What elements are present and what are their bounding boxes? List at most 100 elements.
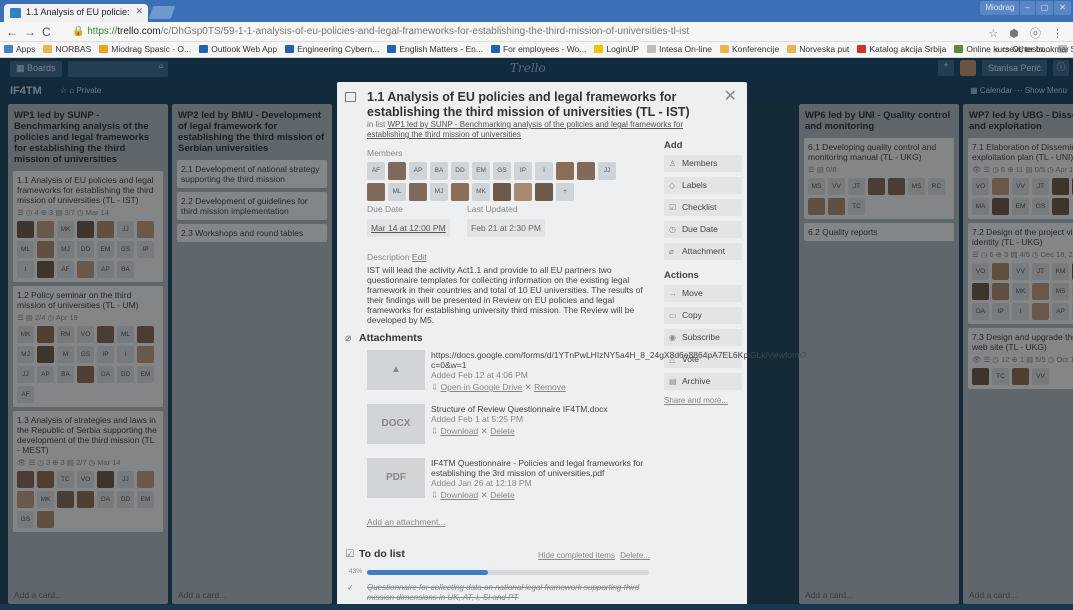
bookmark-item[interactable]: Intesa On-line (643, 42, 716, 54)
button-label: Due Date (682, 224, 718, 234)
avatar[interactable] (388, 162, 406, 180)
bookmark-item[interactable]: Apps (0, 42, 39, 54)
window-control[interactable]: ▢ (1036, 1, 1054, 15)
progress-fill (367, 570, 488, 575)
bookmark-label: Engineering Cybern... (297, 44, 379, 54)
avatar[interactable] (514, 183, 532, 201)
reload-icon[interactable]: C (42, 25, 51, 39)
other-bookmarks[interactable]: » ▭ Other bookmar (995, 44, 1069, 55)
forward-icon[interactable]: → (24, 25, 36, 39)
window-control[interactable]: ✕ (1054, 1, 1071, 15)
list-link[interactable]: WP1 led by SUNP - Benchmarking analysis … (367, 120, 683, 139)
bookmark-icon (285, 45, 294, 53)
add-member-icon[interactable]: + (556, 183, 574, 201)
bookmark-icon (720, 45, 729, 53)
url-scheme: https:// (87, 26, 117, 37)
attachment-action-link[interactable]: Download (440, 490, 478, 500)
action-copy-button[interactable]: ▭ Copy (664, 307, 742, 324)
avatar[interactable] (451, 183, 469, 201)
avatar[interactable] (577, 162, 595, 180)
attachment-links: ⇩ Download ✕ Delete (431, 490, 651, 500)
url-field[interactable]: 🔒 https://trello.com/c/DhGsp0TS/59-1-1-a… (72, 24, 1002, 40)
delete-checklist-link[interactable]: Delete... (620, 551, 650, 560)
avatar[interactable] (556, 162, 574, 180)
attachment-action-link[interactable]: Open in Google Drive (440, 382, 522, 392)
bookmark-item[interactable]: Norveska put (783, 42, 853, 54)
member-initials[interactable]: I (535, 162, 553, 180)
add-checklist-button[interactable]: ☑ Checklist (664, 199, 742, 216)
attachment-name[interactable]: https://docs.google.com/forms/d/1YTnPwLH… (431, 350, 651, 370)
attachment-thumbnail[interactable]: PDF (367, 458, 425, 498)
bookmark-icon (199, 45, 208, 53)
bookmark-item[interactable]: Engineering Cybern... (281, 42, 383, 54)
action-archive-button[interactable]: ▤ Archive (664, 373, 742, 390)
extension-icons[interactable]: ☆ ⬢ ⓞ ⋮ (988, 25, 1067, 41)
member-initials[interactable]: IP (514, 162, 532, 180)
checked-icon[interactable]: ✓ (347, 583, 357, 593)
member-initials[interactable]: BA (430, 162, 448, 180)
bookmark-item[interactable]: LoginUP (590, 42, 643, 54)
button-label: Labels (682, 180, 707, 190)
bookmark-icon (954, 45, 963, 53)
hide-completed-link[interactable]: Hide completed items (538, 551, 615, 560)
trello-favicon-icon (10, 8, 21, 18)
member-initials[interactable]: ML (388, 183, 406, 201)
members-list: AF AP BA DD EM GS IP I JJ ML MJ MK + (367, 162, 627, 201)
avatar[interactable] (493, 183, 511, 201)
add-due-date-button[interactable]: ◷ Due Date (664, 221, 742, 238)
avatar[interactable] (367, 183, 385, 201)
member-initials[interactable]: AF (367, 162, 385, 180)
close-tab-icon[interactable]: ✕ (135, 6, 143, 17)
bookmark-item[interactable]: Miodrag Spasic - O... (95, 42, 195, 54)
action-subscribe-button[interactable]: ◉ Subscribe (664, 329, 742, 346)
button-label: Archive (682, 376, 710, 386)
member-initials[interactable]: MJ (430, 183, 448, 201)
attachment-remove-link[interactable]: Remove (534, 382, 566, 392)
bookmark-item[interactable]: Konferencije (716, 42, 783, 54)
avatar[interactable] (535, 183, 553, 201)
button-label: Attachment (682, 246, 725, 256)
button-label: Members (682, 158, 717, 168)
bookmark-item[interactable]: NORBAS (39, 42, 95, 54)
member-initials[interactable]: JJ (598, 162, 616, 180)
new-tab-button[interactable] (149, 6, 176, 19)
checklist-title[interactable]: To do list (359, 548, 405, 560)
share-link[interactable]: Share and more... (664, 396, 742, 405)
back-icon[interactable]: ← (6, 25, 18, 39)
description-text: IST will lead the activity Act1.1 and pr… (367, 265, 647, 325)
bookmarks-bar: Apps NORBAS Miodrag Spasic - O... Outlook W… (0, 42, 1073, 58)
attachment-thumbnail[interactable]: DOCX (367, 404, 425, 444)
action-move-button[interactable]: → Move (664, 285, 742, 302)
bookmark-item[interactable]: For employees - Wo... (487, 42, 590, 54)
window-control[interactable]: Miodrag (980, 1, 1019, 15)
bookmark-label: Apps (16, 44, 35, 54)
member-initials[interactable]: EM (472, 162, 490, 180)
attachment-remove-link[interactable]: Delete (490, 426, 515, 436)
bookmark-item[interactable]: English Matters - En... (383, 42, 487, 54)
attachment-name[interactable]: Structure of Review Questionnaire IF4TM.… (431, 404, 651, 414)
member-initials[interactable]: AP (409, 162, 427, 180)
close-icon[interactable]: ✕ (724, 86, 737, 106)
browser-tab[interactable]: 1.1 Analysis of EU policie: ✕ (4, 4, 148, 22)
last-updated-label: Last Updated (467, 204, 545, 214)
due-date-button[interactable]: Mar 14 at 12:00 PM (367, 219, 450, 237)
member-initials[interactable]: MK (472, 183, 490, 201)
add-members-button[interactable]: ♙ Members (664, 155, 742, 172)
add-labels-button[interactable]: ◇ Labels (664, 177, 742, 194)
attachment-remove-link[interactable]: Delete (490, 490, 515, 500)
add-attachment-link[interactable]: Add an attachment... (367, 517, 445, 527)
member-initials[interactable]: GS (493, 162, 511, 180)
attachment-name[interactable]: IF4TM Questionnaire - Policies and legal… (431, 458, 651, 478)
edit-description-link[interactable]: Edit (412, 252, 427, 262)
window-control[interactable]: – (1020, 1, 1034, 15)
add-attachment-button[interactable]: ⌀ Attachment (664, 243, 742, 260)
card-title[interactable]: 1.1 Analysis of EU policies and legal fr… (367, 90, 717, 120)
member-initials[interactable]: DD (451, 162, 469, 180)
attachment-action-link[interactable]: Download (440, 426, 478, 436)
attachment-thumbnail[interactable]: ▲ (367, 350, 425, 390)
bookmark-item[interactable]: Katalog akcija Srbija (853, 42, 950, 54)
avatar[interactable] (409, 183, 427, 201)
bookmark-label: Norveska put (799, 44, 849, 54)
checklist-item[interactable]: Questionnaire for collecting data on nat… (367, 583, 642, 603)
bookmark-item[interactable]: Outlook Web App (195, 42, 281, 54)
